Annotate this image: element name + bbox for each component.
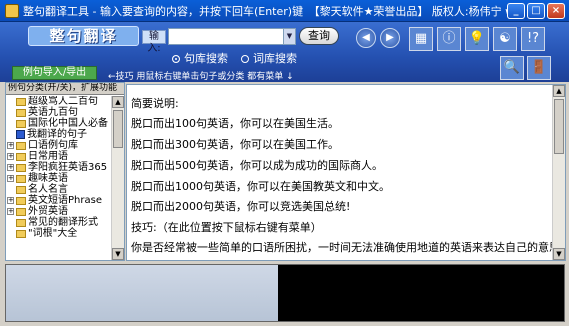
expand-icon[interactable]: + (7, 142, 14, 149)
folder-icon (16, 152, 26, 161)
help-icon[interactable]: !? (521, 27, 545, 51)
window-title: 整句翻译工具 - 输入要查询的内容，并按下回车(Enter)键 【黎天软件★荣誉… (23, 4, 507, 18)
tree-item-label: 国际化中国人必备 (28, 118, 108, 129)
folder-icon (16, 207, 26, 216)
content-line: 你是否经常被一些简单的口语所困扰，一时间无法准确使用地道的英语来表达自己的意思? (131, 241, 566, 254)
exit-icon[interactable]: 🚪 (527, 56, 551, 80)
tree-item-label: 日常用语 (28, 151, 68, 162)
maximize-button[interactable]: □ (527, 2, 545, 19)
tree-item[interactable]: 名人名言 (6, 184, 112, 195)
tree-item-label: 我翻译的句子 (27, 129, 87, 140)
tree-item-label: 外贸英语 (28, 206, 68, 217)
scroll-up-icon[interactable]: ▲ (112, 96, 124, 108)
folder-icon (16, 218, 26, 227)
tree-scrollbar[interactable]: ▲ ▼ (111, 96, 124, 260)
title-bar: 整句翻译工具 - 输入要查询的内容，并按下回车(Enter)键 【黎天软件★荣誉… (0, 0, 569, 22)
magnifier-icon[interactable]: 🔍 (500, 56, 524, 80)
expand-icon[interactable]: + (7, 164, 14, 171)
folder-icon (16, 119, 26, 128)
folder-icon (16, 97, 26, 106)
expand-icon[interactable]: + (7, 208, 14, 215)
folder-icon (16, 141, 26, 150)
tree-item-label: "词根"大全 (28, 228, 78, 239)
scroll-down-icon[interactable]: ▼ (553, 248, 565, 260)
app-icon (5, 3, 19, 18)
scroll-thumb[interactable] (554, 99, 564, 154)
tree-item[interactable]: 常见的翻译形式 (6, 217, 112, 228)
category-header[interactable]: 例句分类(开/关)，扩展功能 (6, 83, 124, 95)
import-export-button[interactable]: 例句导入/导出 (12, 66, 97, 80)
expand-icon[interactable]: + (7, 153, 14, 160)
tree-item[interactable]: "词根"大全 (6, 228, 112, 239)
query-button[interactable]: 查询 (299, 27, 339, 45)
tree-item-label: 名人名言 (28, 184, 68, 195)
minimize-button[interactable]: _ (507, 2, 525, 19)
scroll-down-icon[interactable]: ▼ (112, 248, 124, 260)
tree-item-label: 英文短语Phrase (28, 195, 102, 206)
tree-item-label: 趣味英语 (28, 173, 68, 184)
folder-icon (16, 163, 26, 172)
content-line: 脱口而出300句英语，你可以在美国工作。 (131, 138, 339, 151)
content-line: 简要说明: (131, 97, 179, 110)
folder-icon (16, 185, 26, 194)
content-line: 脱口而出500句英语，你可以成为成功的国际商人。 (131, 159, 383, 172)
input-label: 输入: (142, 30, 166, 54)
content-line: 脱口而出100句英语，你可以在美国生活。 (131, 117, 339, 130)
lightbulb-icon[interactable]: 💡 (465, 27, 489, 51)
tree-item-label: 超级骂人二百句 (28, 96, 98, 107)
window-icon[interactable]: ▦ (409, 27, 433, 51)
tree-item[interactable]: + 外贸英语 (6, 206, 112, 217)
tip-text: ←技巧 用鼠标右键单击句子或分类 都有菜单 ↓ (108, 72, 294, 82)
tree-item[interactable]: 超级骂人二百句 (6, 96, 112, 107)
scroll-thumb[interactable] (113, 110, 123, 148)
radio-word-search[interactable]: 词库搜索 (241, 50, 297, 66)
tree-item[interactable]: + 口语例句库 (6, 140, 112, 151)
content-panel: 简要说明: 脱口而出100句英语，你可以在美国生活。 脱口而出300句英语，你可… (126, 84, 566, 261)
category-tree-panel: 例句分类(开/关)，扩展功能 超级骂人二百句 英语九百句 国际化中国人必备 我翻译的句… (5, 82, 125, 261)
forward-icon[interactable]: ▶ (380, 28, 400, 48)
tree-item[interactable]: 英语九百句 (6, 107, 112, 118)
radio-example-search[interactable]: 句库搜索 (172, 50, 228, 66)
tree-item[interactable]: 国际化中国人必备 (6, 118, 112, 129)
radio-dot-icon (241, 55, 249, 63)
search-input[interactable] (168, 28, 296, 45)
scroll-up-icon[interactable]: ▲ (553, 85, 565, 97)
tree-item[interactable]: + 英文短语Phrase (6, 195, 112, 206)
output-left-pane[interactable] (6, 265, 278, 321)
folder-icon (16, 196, 26, 205)
app-logo: 整句翻译 (28, 26, 139, 46)
expand-icon[interactable]: + (7, 175, 14, 182)
tree-item-label: 英语九百句 (28, 107, 78, 118)
close-button[interactable]: × (547, 2, 565, 19)
folder-icon (16, 108, 26, 117)
back-icon[interactable]: ◀ (356, 28, 376, 48)
tree-item-label: 常见的翻译形式 (28, 217, 98, 228)
tree-item[interactable]: 我翻译的句子 (6, 129, 112, 140)
translation-output-area[interactable] (5, 264, 565, 322)
tree-item[interactable]: + 李阳疯狂英语365 (6, 162, 112, 173)
content-line: 脱口而出2000句英语，你可以竞选美国总统! (131, 200, 351, 213)
folder-icon (16, 174, 26, 183)
content-scrollbar[interactable]: ▲ ▼ (552, 85, 565, 260)
chevron-down-icon[interactable]: ▼ (283, 29, 295, 44)
yin-yang-icon[interactable]: ☯ (493, 27, 517, 51)
tree-item-label: 口语例句库 (28, 140, 78, 151)
category-tree: 超级骂人二百句 英语九百句 国际化中国人必备 我翻译的句子 + 口语例句库 + 日常用语 + 李阳… (6, 96, 112, 260)
tree-item[interactable]: + 趣味英语 (6, 173, 112, 184)
book-icon (16, 130, 25, 139)
content-line: 脱口而出1000句英语，你可以在美国教英文和中文。 (131, 180, 390, 193)
expand-icon[interactable]: + (7, 197, 14, 204)
info-icon[interactable]: ⓘ (437, 27, 461, 51)
tree-item[interactable]: + 日常用语 (6, 151, 112, 162)
content-line: 技巧:（在此位置按下鼠标右键有菜单） (131, 221, 322, 234)
radio-dot-icon (172, 55, 180, 63)
folder-icon (16, 229, 26, 238)
tree-item-label: 李阳疯狂英语365 (28, 162, 108, 173)
